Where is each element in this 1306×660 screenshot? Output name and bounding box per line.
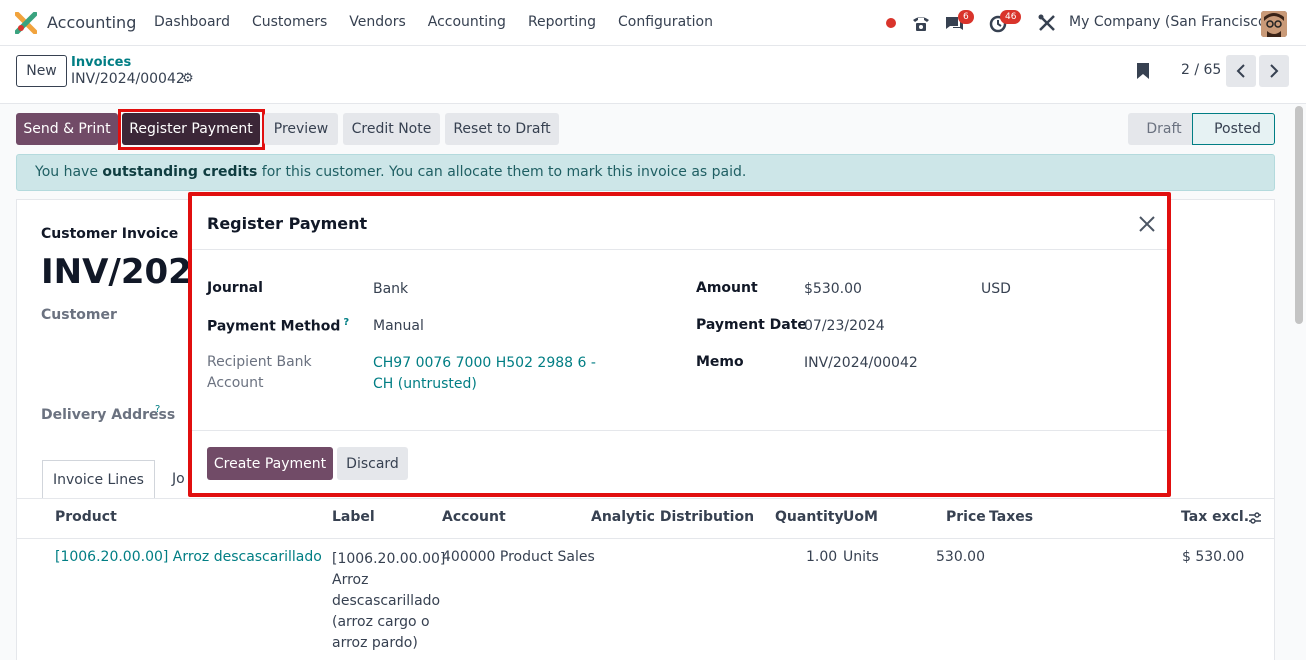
pager-next-button[interactable]	[1259, 55, 1289, 87]
col-tax-excl[interactable]: Tax excl.	[1181, 509, 1249, 525]
chevron-left-icon	[1236, 64, 1245, 78]
accounting-app-icon[interactable]	[15, 12, 37, 34]
menu-configuration[interactable]: Configuration	[618, 14, 713, 30]
col-analytic[interactable]: Analytic Distribution	[591, 509, 754, 525]
pager-previous-button[interactable]	[1226, 55, 1256, 87]
col-price[interactable]: Price	[946, 509, 986, 525]
alert-text-post: for this customer. You can allocate them…	[257, 164, 747, 180]
line-tax-excl: $ 530.00	[1182, 549, 1245, 565]
dialog-title: Register Payment	[207, 214, 368, 233]
status-posted[interactable]: Posted	[1192, 113, 1275, 145]
preview-button[interactable]: Preview	[264, 113, 338, 145]
line-product[interactable]: [1006.20.00.00] Arroz descascarillado (a…	[55, 549, 327, 565]
line-account[interactable]: 400000 Product Sales	[442, 549, 595, 565]
outstanding-credits-alert: You have outstanding credits for this cu…	[16, 154, 1275, 191]
menu-dashboard[interactable]: Dashboard	[154, 14, 230, 30]
chevron-right-icon	[1270, 64, 1279, 78]
page-scrollbar[interactable]	[1295, 106, 1303, 324]
column-settings-icon[interactable]	[1248, 511, 1262, 525]
payment-method-help-icon[interactable]: ?	[343, 317, 349, 328]
new-button[interactable]: New	[16, 55, 67, 87]
status-bar: Draft Posted	[1128, 113, 1275, 145]
credit-note-button[interactable]: Credit Note	[343, 113, 440, 145]
delivery-help-icon[interactable]: ?	[155, 404, 160, 415]
control-panel: New Invoices INV/2024/00042 ⚙ 2 / 65	[0, 46, 1306, 104]
line-label-text: [1006.20.00.00]	[332, 551, 446, 567]
reset-to-draft-button[interactable]: Reset to Draft	[445, 113, 559, 145]
dialog-footer-divider	[192, 430, 1167, 431]
line-quantity[interactable]: 1.00	[806, 549, 837, 565]
recipient-bank-field[interactable]: CH97 0076 7000 H502 2988 6 - CH (untrust…	[373, 353, 613, 395]
col-quantity[interactable]: Quantity	[775, 509, 844, 525]
messages-badge: 6	[958, 10, 974, 24]
memo-field[interactable]: INV/2024/00042	[804, 355, 918, 371]
activities-badge: 46	[1000, 10, 1022, 24]
col-product[interactable]: Product	[55, 509, 117, 525]
line-label-text: (arroz cargo o	[332, 614, 430, 630]
recipient-bank-label: Recipient Bank Account	[207, 354, 312, 391]
line-label-text: descascarillado	[332, 593, 441, 609]
gear-icon[interactable]: ⚙	[182, 71, 194, 86]
breadcrumb-current: INV/2024/00042	[71, 71, 185, 87]
col-account[interactable]: Account	[442, 509, 506, 525]
memo-label: Memo	[696, 354, 744, 370]
app-name[interactable]: Accounting	[47, 13, 136, 32]
phone-icon[interactable]	[910, 12, 932, 34]
menu-accounting[interactable]: Accounting	[428, 14, 506, 30]
payment-method-field[interactable]: Manual	[373, 318, 424, 334]
line-price[interactable]: 530.00	[936, 549, 985, 565]
recording-dot-icon[interactable]	[886, 18, 896, 28]
payment-method-label-text: Payment Method	[207, 318, 341, 335]
menu-vendors[interactable]: Vendors	[349, 14, 405, 30]
payment-date-field[interactable]: 07/23/2024	[804, 318, 885, 334]
line-label-text: Arroz	[332, 572, 369, 588]
line-label-text: arroz pardo)	[332, 635, 418, 651]
line-uom[interactable]: Units	[843, 549, 879, 565]
table-header-divider	[16, 538, 1275, 539]
col-taxes[interactable]: Taxes	[989, 509, 1033, 525]
currency-field[interactable]: USD	[981, 281, 1011, 297]
user-avatar[interactable]	[1261, 11, 1287, 37]
invoice-type-label: Customer Invoice	[41, 226, 179, 242]
customer-label: Customer	[41, 307, 117, 323]
alert-text-pre: You have	[35, 164, 103, 180]
payment-method-label: Payment Method?	[207, 317, 349, 335]
tab-invoice-lines[interactable]: Invoice Lines	[42, 460, 155, 499]
register-payment-highlight	[118, 109, 265, 150]
menu-customers[interactable]: Customers	[252, 14, 327, 30]
tab-journal-items[interactable]: Jo	[172, 471, 185, 487]
top-navbar: Accounting Dashboard Customers Vendors A…	[0, 0, 1306, 46]
amount-label: Amount	[696, 280, 758, 296]
discard-button[interactable]: Discard	[337, 447, 408, 480]
create-payment-button[interactable]: Create Payment	[207, 447, 333, 480]
register-payment-dialog: Register Payment Journal Bank Payment Me…	[188, 192, 1171, 497]
col-label[interactable]: Label	[332, 509, 375, 525]
send-print-button[interactable]: Send & Print	[16, 113, 118, 145]
menu-reporting[interactable]: Reporting	[528, 14, 596, 30]
payment-date-label: Payment Date	[696, 317, 807, 333]
bookmark-icon[interactable]	[1136, 62, 1150, 80]
close-icon[interactable]	[1137, 214, 1157, 234]
journal-field[interactable]: Bank	[373, 281, 408, 297]
journal-label: Journal	[207, 280, 263, 296]
col-uom[interactable]: UoM	[843, 509, 878, 525]
company-switcher[interactable]: My Company (San Francisco)	[1069, 14, 1272, 30]
pager-value[interactable]: 2 / 65	[1181, 62, 1221, 78]
status-draft[interactable]: Draft	[1128, 113, 1200, 145]
breadcrumb-invoices[interactable]: Invoices	[71, 55, 131, 70]
line-label[interactable]: [1006.20.00.00] Arroz descascarillado (a…	[332, 549, 445, 654]
dialog-header-divider	[192, 249, 1167, 250]
tools-icon[interactable]	[1036, 12, 1058, 34]
main-menu: Dashboard Customers Vendors Accounting R…	[154, 14, 735, 30]
amount-field[interactable]: $530.00	[804, 281, 862, 297]
tabs-divider	[16, 498, 1275, 499]
alert-link-outstanding-credits[interactable]: outstanding credits	[102, 164, 257, 180]
